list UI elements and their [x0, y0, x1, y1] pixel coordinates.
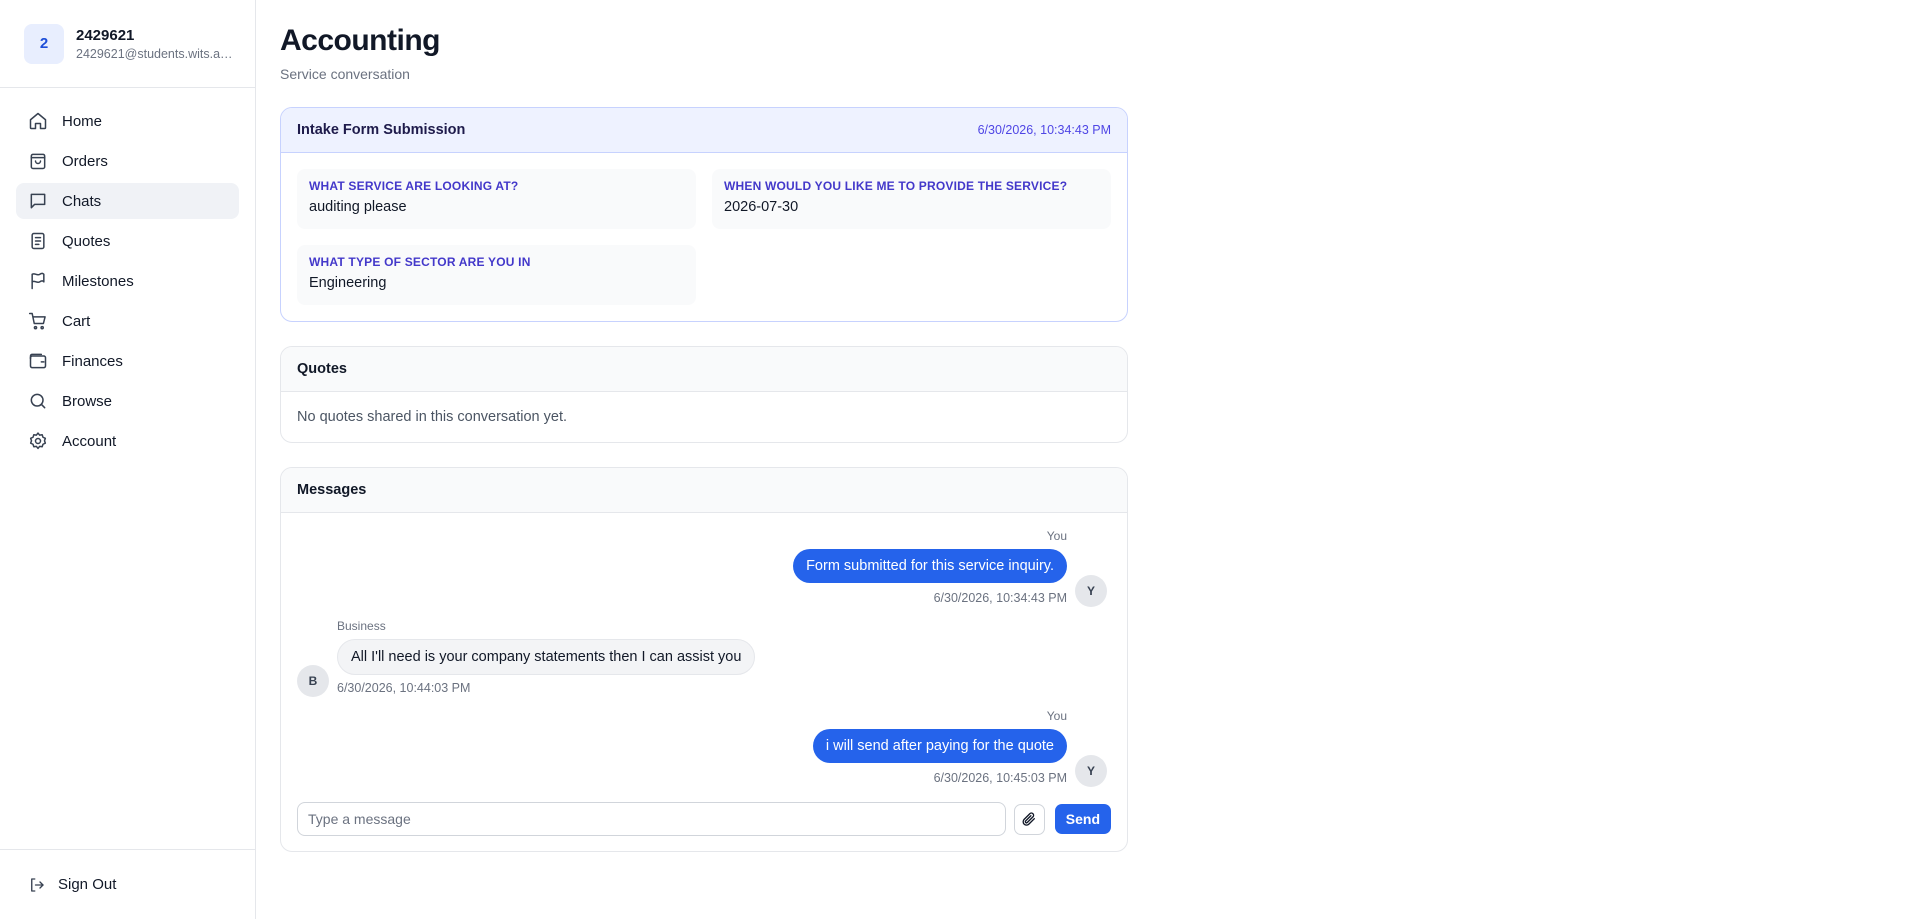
intake-card-header: Intake Form Submission 6/30/2026, 10:34:… — [281, 108, 1127, 153]
attach-button[interactable] — [1013, 803, 1045, 835]
sign-out-button[interactable]: Sign Out — [0, 849, 255, 919]
message-bubble: All I'll need is your company statements… — [337, 639, 756, 675]
quotes-card: Quotes No quotes shared in this conversa… — [280, 346, 1128, 443]
gear-icon — [29, 432, 47, 450]
message-bubble: i will send after paying for the quote — [812, 729, 1067, 763]
sidebar-item-finances[interactable]: Finances — [16, 343, 239, 379]
document-icon — [31, 232, 45, 250]
intake-title: Intake Form Submission — [297, 122, 466, 138]
field-label: What service are looking at? — [309, 179, 519, 193]
message-time: 6/30/2026, 10:45:03 PM — [933, 771, 1067, 785]
message-sender: You — [1046, 529, 1067, 543]
sidebar-item-orders[interactable]: Orders — [16, 143, 239, 179]
intake-field: What type of sector are you in Engineeri… — [297, 245, 696, 305]
avatar: B — [297, 665, 329, 697]
quotes-empty-text: No quotes shared in this conversation ye… — [297, 409, 568, 425]
message-time: 6/30/2026, 10:44:03 PM — [337, 681, 471, 695]
intake-field: When would you like me to provide the se… — [712, 169, 1111, 229]
intake-fields: What service are looking at? auditing pl… — [281, 153, 1127, 321]
chat-icon — [30, 193, 46, 209]
message-bubble: Form submitted for this service inquiry. — [793, 549, 1067, 583]
paperclip-icon — [1022, 812, 1036, 826]
messages-title: Messages — [297, 482, 367, 498]
user-name: 2429621 — [76, 26, 135, 44]
sidebar-item-label: Home — [62, 112, 103, 130]
avatar: Y — [1075, 755, 1107, 787]
sidebar-item-milestones[interactable]: Milestones — [16, 263, 239, 299]
field-value: Engineering — [309, 275, 387, 291]
field-label: When would you like me to provide the se… — [724, 179, 1068, 193]
message-input[interactable] — [297, 802, 1006, 836]
sidebar-nav: Home Orders Chats Quotes Milestones Cart… — [0, 88, 255, 459]
sidebar-item-label: Milestones — [62, 272, 134, 290]
logout-icon — [31, 877, 44, 892]
user-email: 2429621@students.wits.ac.za — [76, 46, 236, 61]
sidebar-item-label: Quotes — [62, 232, 111, 250]
quotes-title: Quotes — [297, 361, 347, 377]
main-content: Accounting Service conversation Intake F… — [280, 0, 1128, 852]
page-subtitle: Service conversation — [280, 66, 410, 82]
sidebar-item-label: Chats — [62, 192, 102, 210]
avatar: Y — [1075, 575, 1107, 607]
sidebar-item-label: Orders — [62, 152, 108, 170]
message-bubble-wrap: Form submitted for this service inquiry. — [793, 549, 1067, 583]
sidebar-item-label: Account — [62, 432, 117, 450]
field-value: 2026-07-30 — [724, 199, 799, 215]
sidebar-item-label: Cart — [62, 312, 91, 330]
send-button[interactable]: Send — [1054, 804, 1111, 834]
sign-out-label: Sign Out — [58, 876, 117, 893]
intake-form-card: Intake Form Submission 6/30/2026, 10:34:… — [280, 107, 1128, 322]
user-profile[interactable]: 2 2429621 2429621@students.wits.ac.za — [0, 0, 255, 88]
sidebar-item-cart[interactable]: Cart — [16, 303, 239, 339]
intake-field: What service are looking at? auditing pl… — [297, 169, 696, 229]
field-label: What type of sector are you in — [309, 255, 531, 269]
field-value: auditing please — [309, 199, 407, 215]
message-sender: Business — [337, 619, 386, 633]
sidebar-item-label: Finances — [62, 352, 123, 370]
message-sender: You — [1046, 709, 1067, 723]
sidebar-item-quotes[interactable]: Quotes — [16, 223, 239, 259]
page-title: Accounting — [280, 24, 441, 57]
message-time: 6/30/2026, 10:34:43 PM — [933, 591, 1067, 605]
shopping-bag-icon — [30, 153, 46, 170]
messages-card-header: Messages — [281, 468, 1127, 513]
search-icon — [30, 393, 46, 409]
intake-timestamp: 6/30/2026, 10:34:43 PM — [977, 123, 1111, 137]
avatar: 2 — [24, 23, 64, 64]
message-bubble-wrap: i will send after paying for the quote — [812, 729, 1067, 763]
home-icon — [29, 112, 47, 130]
quotes-card-header: Quotes — [281, 347, 1127, 392]
sidebar-item-label: Browse — [62, 392, 113, 410]
message-composer: Send — [297, 802, 1111, 836]
flag-icon — [31, 272, 45, 290]
sidebar-item-chats[interactable]: Chats — [16, 183, 239, 219]
wallet-icon — [29, 353, 47, 369]
sidebar-item-browse[interactable]: Browse — [16, 383, 239, 419]
sidebar-item-account[interactable]: Account — [16, 423, 239, 459]
message-list: You Form submitted for this service inqu… — [281, 513, 1127, 799]
sidebar: 2 2429621 2429621@students.wits.ac.za Ho… — [0, 0, 256, 919]
messages-card: Messages You Form submitted for this ser… — [280, 467, 1128, 852]
sidebar-item-home[interactable]: Home — [16, 103, 239, 139]
cart-icon — [28, 312, 46, 330]
message-bubble-wrap: All I'll need is your company statements… — [337, 639, 756, 675]
